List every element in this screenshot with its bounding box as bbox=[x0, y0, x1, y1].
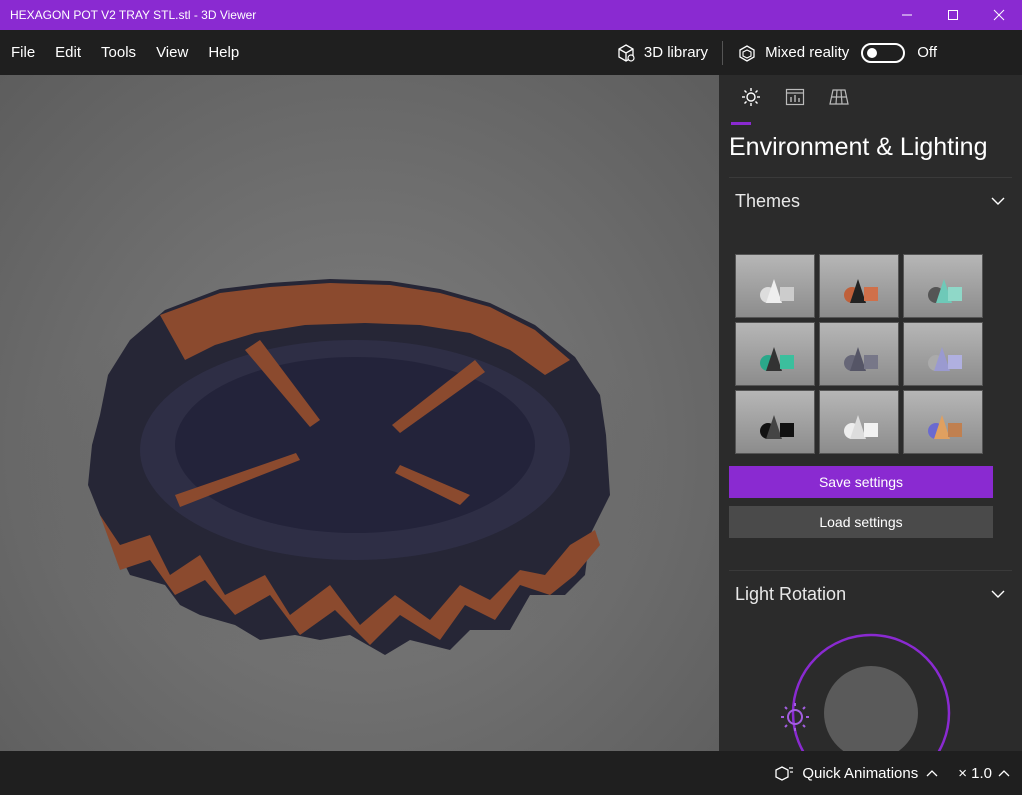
chevron-up-icon bbox=[926, 770, 938, 777]
menu-bar: File Edit Tools View Help 3D library Mix… bbox=[0, 30, 1022, 75]
menu-edit[interactable]: Edit bbox=[45, 30, 91, 75]
tab-lighting[interactable] bbox=[729, 87, 773, 125]
mixed-reality-icon bbox=[739, 44, 755, 62]
title-bar: HEXAGON POT V2 TRAY STL.stl - 3D Viewer bbox=[0, 0, 1022, 30]
close-icon bbox=[993, 9, 1005, 21]
theme-thumbnail[interactable] bbox=[903, 322, 983, 386]
menu-tools[interactable]: Tools bbox=[91, 30, 146, 75]
theme-thumbnail[interactable] bbox=[903, 254, 983, 318]
animation-speed: × 1.0 bbox=[958, 764, 992, 782]
animation-speed-button[interactable]: × 1.0 bbox=[958, 765, 1010, 782]
panel-tabs bbox=[719, 75, 1022, 125]
cube-icon bbox=[618, 43, 635, 62]
3d-library-button[interactable]: 3D library bbox=[616, 43, 722, 63]
light-rotation-section: Light Rotation bbox=[729, 570, 1012, 617]
light-rotation-label: Light Rotation bbox=[735, 583, 847, 604]
menu-file[interactable]: File bbox=[0, 30, 45, 75]
3d-library-label: 3D library bbox=[643, 44, 709, 61]
3d-viewport[interactable] bbox=[0, 75, 719, 751]
mixed-reality-label: Mixed reality bbox=[765, 44, 850, 61]
mixed-reality-state: Off bbox=[917, 44, 937, 61]
chevron-up-icon bbox=[998, 770, 1010, 777]
mixed-reality-control[interactable]: Mixed reality bbox=[737, 42, 906, 63]
load-settings-button[interactable]: Load settings bbox=[729, 506, 993, 538]
theme-thumbnail[interactable] bbox=[819, 254, 899, 318]
theme-thumbnail[interactable] bbox=[735, 390, 815, 454]
save-settings-button[interactable]: Save settings bbox=[729, 466, 993, 498]
theme-thumbnail[interactable] bbox=[735, 254, 815, 318]
chevron-down-icon bbox=[991, 590, 1005, 598]
light-rotation-header[interactable]: Light Rotation bbox=[729, 571, 1012, 617]
theme-thumbnail[interactable] bbox=[735, 322, 815, 386]
window-title: HEXAGON POT V2 TRAY STL.stl - 3D Viewer bbox=[10, 8, 257, 22]
grid-icon bbox=[829, 89, 849, 105]
themes-label: Themes bbox=[735, 190, 801, 211]
minimize-button[interactable] bbox=[884, 0, 930, 30]
themes-header[interactable]: Themes bbox=[729, 178, 1012, 224]
status-bar: Quick Animations × 1.0 bbox=[0, 751, 1022, 795]
tab-stats[interactable] bbox=[773, 87, 817, 123]
lighting-icon bbox=[742, 88, 760, 106]
maximize-button[interactable] bbox=[930, 0, 976, 30]
toolbar-divider bbox=[722, 40, 724, 65]
tab-grid[interactable] bbox=[817, 87, 861, 123]
theme-grid bbox=[735, 254, 1022, 454]
minimize-icon bbox=[902, 14, 912, 16]
maximize-icon bbox=[948, 10, 958, 20]
close-button[interactable] bbox=[976, 0, 1022, 30]
settings-panel: Environment & Lighting Themes Save setti… bbox=[719, 75, 1022, 751]
animation-icon bbox=[775, 766, 794, 781]
stats-icon bbox=[785, 88, 805, 106]
quick-animations-label: Quick Animations bbox=[802, 764, 919, 782]
theme-thumbnail[interactable] bbox=[819, 390, 899, 454]
theme-thumbnail[interactable] bbox=[819, 322, 899, 386]
3d-model bbox=[10, 279, 670, 665]
menu-help[interactable]: Help bbox=[198, 30, 249, 75]
quick-animations-button[interactable]: Quick Animations bbox=[774, 764, 938, 782]
panel-title: Environment & Lighting bbox=[729, 133, 988, 161]
menu-view[interactable]: View bbox=[146, 30, 198, 75]
chevron-down-icon bbox=[991, 197, 1005, 205]
mixed-reality-toggle[interactable] bbox=[861, 42, 906, 63]
theme-thumbnail[interactable] bbox=[903, 390, 983, 454]
themes-section: Themes bbox=[729, 177, 1012, 224]
light-rotation-dial[interactable] bbox=[719, 615, 1022, 751]
